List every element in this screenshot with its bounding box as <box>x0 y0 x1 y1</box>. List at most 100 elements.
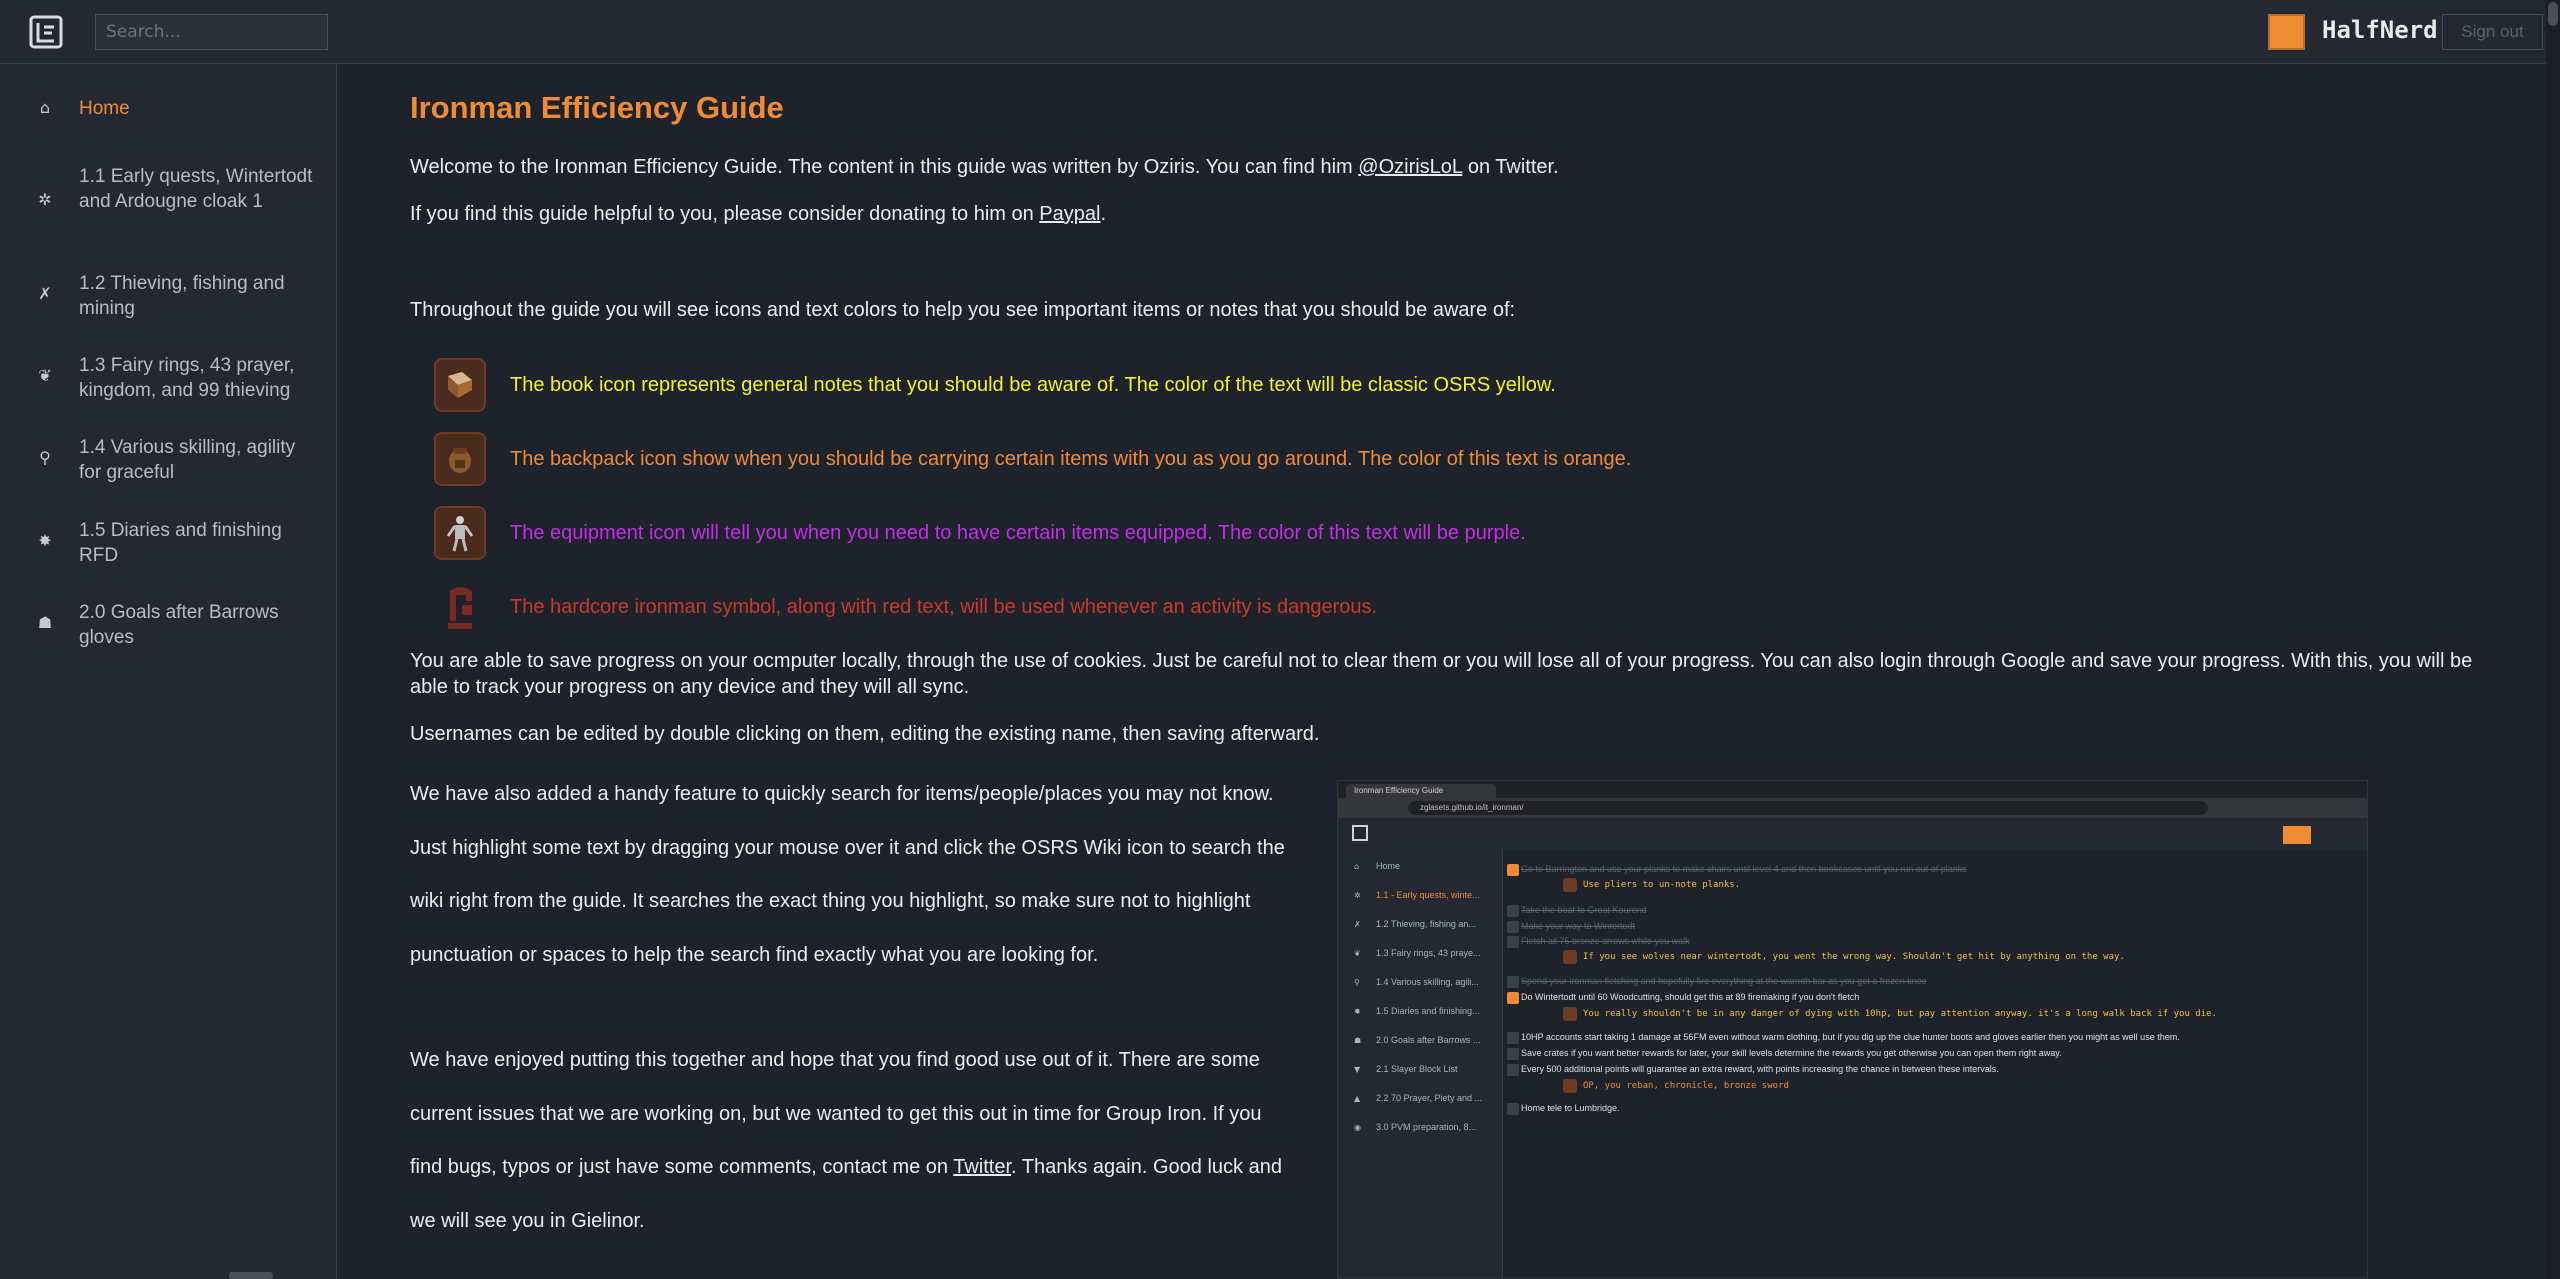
sidebar-item-1-5[interactable]: ✸ 1.5 Diaries and finishing RFD <box>0 518 337 570</box>
demo-screenshot: Ironman Efficiency Guide zglasets.github… <box>1337 780 2368 1279</box>
demo-step: 10HP accounts start taking 1 damage at 5… <box>1521 1032 2180 1042</box>
sidebar-item-1-1[interactable]: ✲ 1.1 Early quests, Wintertodt and Ardou… <box>0 164 337 242</box>
demo-checkbox <box>1507 1048 1519 1060</box>
demo-step: Save crates if you want better rewards f… <box>1521 1048 2062 1058</box>
sidebar-item-1-2[interactable]: ✗ 1.2 Thieving, fishing and mining <box>0 271 337 323</box>
barrows-icon: ☗ <box>37 613 53 632</box>
legend-row-equipment: The equipment icon will tell you when yo… <box>434 506 1526 560</box>
page-title: Ironman Efficiency Guide <box>410 90 784 125</box>
home-icon: ⌂ <box>39 98 51 117</box>
pvm-icon: ◉ <box>1354 1123 1361 1132</box>
demo-step: Take the boat to Great Kourend <box>1521 905 1647 915</box>
legend-row-hardcore: The hardcore ironman symbol, along with … <box>434 580 1377 634</box>
intro-text: Welcome to the Ironman Efficiency Guide.… <box>410 156 1359 178</box>
backpack-icon <box>1563 1079 1577 1093</box>
demo-nav-item: 2.2 70 Prayer, Piety and ... <box>1376 1093 1483 1103</box>
demo-nav-item: 3.0 PVM preparation, 8... <box>1376 1122 1477 1132</box>
backpack-icon <box>1563 950 1577 964</box>
demo-checkbox <box>1507 1064 1519 1076</box>
demo-user-swatch <box>2283 826 2311 844</box>
demo-header <box>1338 818 2367 850</box>
demo-checkbox <box>1507 921 1519 933</box>
prayer-icon: ❦ <box>1354 949 1361 958</box>
demo-checkbox <box>1507 976 1519 988</box>
twitter-handle-link[interactable]: @OzirisLoL <box>1358 156 1462 178</box>
sidebar-item-1-3[interactable]: ❦ 1.3 Fairy rings, 43 prayer, kingdom, a… <box>0 353 337 405</box>
demo-nav-item: Home <box>1376 861 1401 871</box>
barrows-icon: ☗ <box>1354 1036 1362 1045</box>
sidebar-item-label: 2.0 Goals after Barrows gloves <box>79 602 279 648</box>
hardcore-icon <box>434 580 486 634</box>
slayer-icon: ▼ <box>1354 1065 1361 1074</box>
demo-checkbox <box>1507 864 1519 876</box>
demo-url: zglasets.github.io/it_ironman/ <box>1408 801 2208 815</box>
scrollbar-thumb[interactable] <box>2548 2 2558 26</box>
intro-text: If you find this guide helpful to you, p… <box>410 203 1040 225</box>
sidebar-item-label: 1.3 Fairy rings, 43 prayer, kingdom, and… <box>79 355 295 401</box>
agility-icon: ⚲ <box>39 448 51 467</box>
backpack-icon <box>1563 1007 1577 1021</box>
demo-note: Use pliers to un-note planks. <box>1583 880 1741 890</box>
demo-checkbox <box>1507 992 1519 1004</box>
sidebar-item-home[interactable]: ⌂ Home <box>0 96 337 126</box>
demo-step: Spend your ironman fletching and hopeful… <box>1521 976 1927 986</box>
search-input[interactable] <box>95 14 328 50</box>
closing-paragraph: We have enjoyed putting this together an… <box>410 1034 1290 1248</box>
sidebar-horizontal-scrollbar[interactable] <box>229 1272 273 1279</box>
sidebar-item-label: 1.5 Diaries and finishing RFD <box>79 520 282 566</box>
legend-text: The backpack icon show when you should b… <box>510 447 1632 470</box>
equipment-icon <box>434 506 486 560</box>
demo-checkbox <box>1507 1032 1519 1044</box>
demo-step: Do Wintertodt until 60 Woodcutting, shou… <box>1521 992 1860 1002</box>
sidebar: ⌂ Home ✲ 1.1 Early quests, Wintertodt an… <box>0 64 337 1279</box>
twitter-link[interactable]: Twitter <box>953 1156 1011 1178</box>
sidebar-item-label: 1.1 Early quests, Wintertodt and Ardougn… <box>79 166 313 212</box>
legend-text: The book icon represents general notes t… <box>510 373 1556 396</box>
demo-note: You really shouldn't be in any danger of… <box>1583 1009 2217 1019</box>
prayer-icon: ▲ <box>1354 1094 1361 1103</box>
icons-intro: Throughout the guide you will see icons … <box>410 299 1516 321</box>
legend-row-backpack: The backpack icon show when you should b… <box>434 432 1631 486</box>
demo-step: Fletch all 75 bronze arrows while you wa… <box>1521 936 1690 946</box>
demo-tab: Ironman Efficiency Guide <box>1346 784 1496 798</box>
intro-text: . <box>1100 203 1107 225</box>
user-color-swatch[interactable] <box>2268 14 2305 50</box>
backpack-icon <box>1563 878 1577 892</box>
demo-checkbox <box>1507 1103 1519 1115</box>
intro-text: on Twitter. <box>1462 156 1559 178</box>
search-feature-paragraph: We have also added a handy feature to qu… <box>410 783 1285 966</box>
demo-note: If you see wolves near wintertodt, you w… <box>1583 952 2125 962</box>
home-icon: ⌂ <box>1354 862 1360 871</box>
demo-logo-icon <box>1352 825 1368 841</box>
sidebar-item-1-4[interactable]: ⚲ 1.4 Various skilling, agility for grac… <box>0 435 337 487</box>
book-icon <box>434 358 486 412</box>
demo-note: OP, you reban, chronicle, bronze sword <box>1583 1081 1789 1091</box>
user-name[interactable]: HalfNerd <box>2322 16 2438 44</box>
demo-nav-item: 1.3 Fairy rings, 43 praye... <box>1376 948 1481 958</box>
demo-checkbox <box>1507 905 1519 917</box>
demo-step: Home tele to Lumbridge. <box>1521 1103 1620 1113</box>
agility-icon: ⚲ <box>1354 978 1360 987</box>
legend-text: The hardcore ironman symbol, along with … <box>510 595 1378 618</box>
legend-row-book: The book icon represents general notes t… <box>434 358 1556 412</box>
demo-nav-item: 2.1 Slayer Block List <box>1376 1064 1458 1074</box>
demo-checkbox <box>1507 936 1519 948</box>
sidebar-item-label: 1.4 Various skilling, agility for gracef… <box>79 437 296 483</box>
demo-step: Make your way to Wintertodt <box>1521 921 1636 931</box>
intro-paragraph-1: Welcome to the Ironman Efficiency Guide.… <box>410 156 1559 179</box>
diary-icon: ✸ <box>38 531 52 550</box>
prayer-icon: ❦ <box>38 366 52 385</box>
paypal-link[interactable]: Paypal <box>1039 203 1100 225</box>
intro-paragraph-2: If you find this guide helpful to you, p… <box>410 203 1106 226</box>
diary-icon: ✸ <box>1354 1007 1361 1016</box>
demo-step: Go to Barrington and use your planks to … <box>1521 864 1967 874</box>
thieving-icon: ✗ <box>38 284 52 303</box>
sidebar-item-label: 1.2 Thieving, fishing and mining <box>79 273 285 319</box>
sign-out-button[interactable]: Sign out <box>2442 14 2543 50</box>
site-logo-icon[interactable] <box>28 14 64 50</box>
wintertodt-icon: ✲ <box>1354 891 1361 900</box>
demo-nav-item: 1.4 Various skilling, agili... <box>1376 977 1479 987</box>
page-scrollbar[interactable] <box>2546 0 2560 1279</box>
demo-nav-item: 1.1 - Early quests, winte... <box>1376 890 1480 900</box>
sidebar-item-2-0[interactable]: ☗ 2.0 Goals after Barrows gloves <box>0 600 337 652</box>
